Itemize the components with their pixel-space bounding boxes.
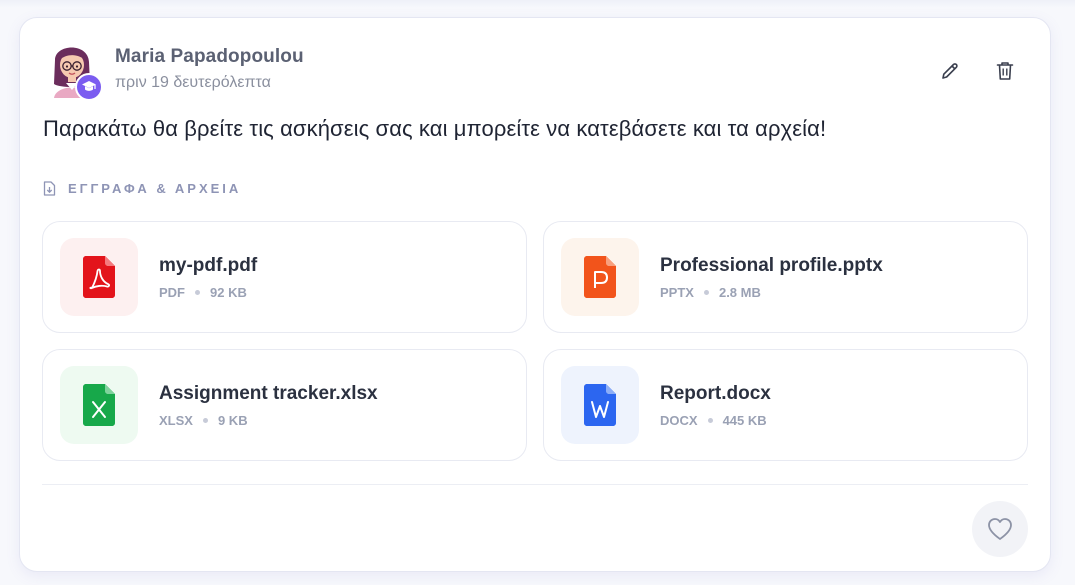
post-message: Παρακάτω θα βρείτε τις ασκήσεις σας και …: [43, 116, 827, 141]
divider: [42, 484, 1028, 485]
file-size: 445 KB: [722, 413, 767, 428]
file-meta: XLSX 9 KB: [159, 413, 248, 428]
file-name: Report.docx: [660, 383, 771, 404]
avatar[interactable]: [48, 40, 108, 102]
file-meta: DOCX 445 KB: [660, 413, 767, 428]
document-download-icon: [43, 180, 56, 196]
file-type: PPTX: [660, 285, 694, 300]
meta-separator: [202, 418, 208, 423]
attachments-section-label: ΕΓΓΡΑΦΑ & ΑΡΧΕΙΑ: [43, 179, 241, 197]
file-name: my-pdf.pdf: [159, 255, 258, 276]
graduation-cap-badge: [75, 73, 103, 101]
file-type: DOCX: [660, 413, 698, 428]
file-card-pdf[interactable]: my-pdf.pdf PDF 92 KB: [42, 221, 527, 333]
graduation-cap-icon: [82, 81, 96, 91]
file-name: Professional profile.pptx: [660, 255, 883, 276]
edit-button[interactable]: [933, 54, 967, 88]
meta-separator: [707, 418, 713, 423]
pdf-file-icon: [60, 238, 138, 316]
file-card-pptx[interactable]: Professional profile.pptx PPTX 2.8 MB: [543, 221, 1028, 333]
file-meta: PPTX 2.8 MB: [660, 285, 761, 300]
powerpoint-file-icon: [561, 238, 639, 316]
file-size: 92 KB: [210, 285, 247, 300]
post-card: Maria Papadopoulou πριν 19 δευτερόλεπτα …: [19, 17, 1051, 572]
file-type: XLSX: [159, 413, 193, 428]
file-meta: PDF 92 KB: [159, 285, 247, 300]
heart-icon: [988, 518, 1012, 540]
author-name[interactable]: Maria Papadopoulou: [115, 46, 304, 68]
file-card-xlsx[interactable]: Assignment tracker.xlsx XLSX 9 KB: [42, 349, 527, 461]
top-strip: [0, 0, 1075, 8]
file-name: Assignment tracker.xlsx: [159, 383, 378, 404]
delete-button[interactable]: [988, 54, 1022, 88]
file-type: PDF: [159, 285, 185, 300]
section-label-text: ΕΓΓΡΑΦΑ & ΑΡΧΕΙΑ: [68, 180, 242, 196]
pencil-icon: [942, 63, 958, 79]
meta-separator: [195, 290, 200, 295]
post-header: Maria Papadopoulou πριν 19 δευτερόλεπτα: [48, 40, 1022, 102]
file-size: 9 KB: [217, 413, 248, 428]
trash-icon: [996, 62, 1014, 80]
excel-file-icon: [60, 366, 138, 444]
like-button[interactable]: [972, 501, 1028, 557]
file-size: 2.8 MB: [718, 285, 761, 300]
post-timestamp: πριν 19 δευτερόλεπτα: [115, 74, 271, 91]
word-file-icon: [561, 366, 639, 444]
file-card-docx[interactable]: Report.docx DOCX 445 KB: [543, 349, 1028, 461]
meta-separator: [703, 290, 709, 295]
